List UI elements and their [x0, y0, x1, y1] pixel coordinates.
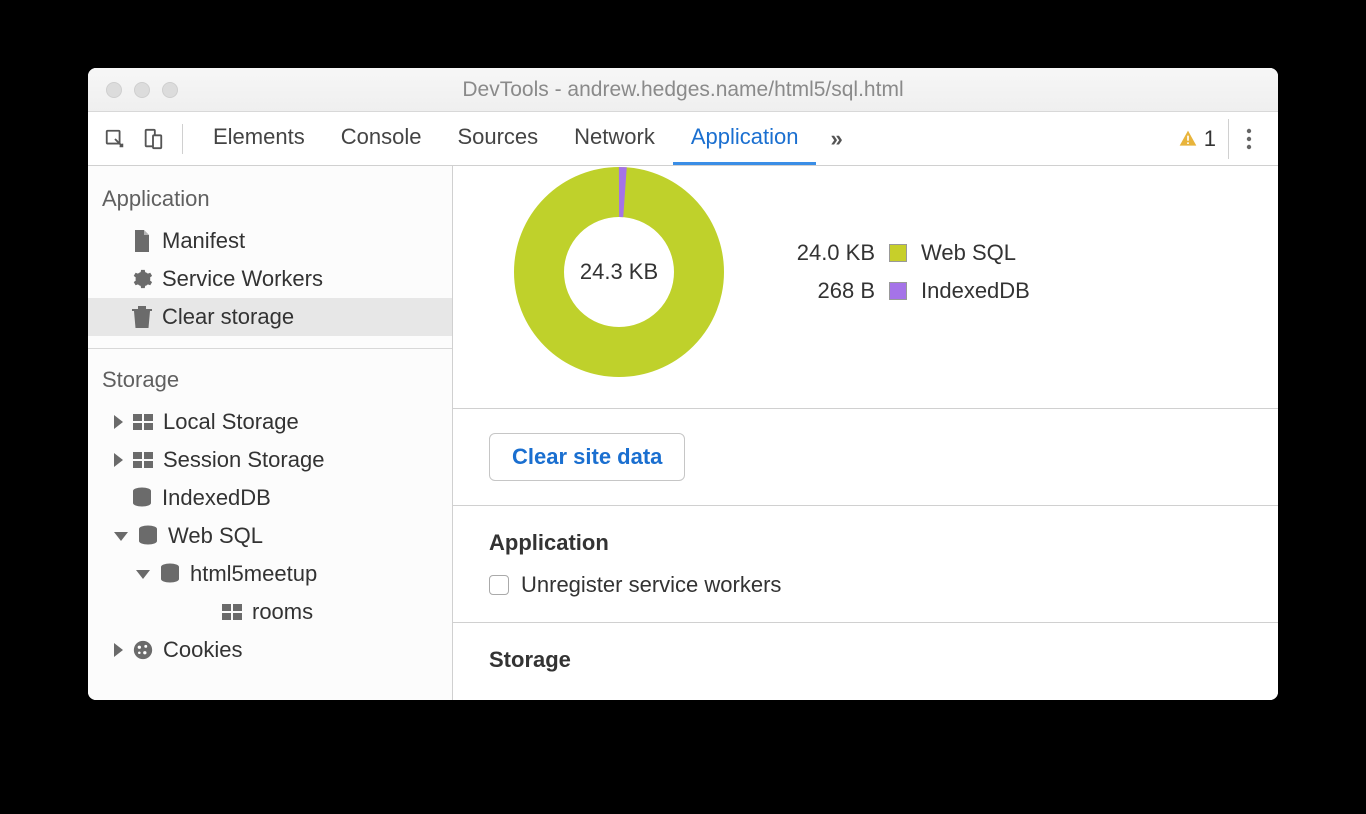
sidebar-item-session-storage[interactable]: Session Storage	[88, 441, 452, 479]
grid-icon	[131, 410, 155, 434]
zoom-icon[interactable]	[162, 82, 178, 98]
more-menu-icon[interactable]	[1228, 119, 1268, 159]
sidebar-item-label: IndexedDB	[162, 485, 271, 511]
warnings-count: 1	[1204, 126, 1216, 152]
storage-total-label: 24.3 KB	[580, 259, 658, 285]
chevron-right-icon	[114, 643, 123, 657]
sidebar-section-application: Application	[88, 174, 452, 222]
sidebar-item-manifest[interactable]: Manifest	[88, 222, 452, 260]
application-sidebar: Application Manifest Service Workers	[88, 166, 453, 700]
tab-network[interactable]: Network	[556, 112, 673, 165]
section-title: Storage	[489, 647, 1242, 673]
db-icon	[136, 524, 160, 548]
db-icon	[130, 486, 154, 510]
sidebar-item-html5meetup[interactable]: html5meetup	[88, 555, 452, 593]
window-controls	[88, 82, 178, 98]
sidebar-item-label: html5meetup	[190, 561, 317, 587]
cookie-icon	[131, 638, 155, 662]
trash-icon	[130, 305, 154, 329]
sidebar-item-label: Session Storage	[163, 447, 324, 473]
sidebar-item-label: Local Storage	[163, 409, 299, 435]
sidebar-item-label: Cookies	[163, 637, 242, 663]
panel-tabs: Elements Console Sources Network Applica…	[195, 112, 857, 165]
sidebar-section-storage: Storage	[88, 355, 452, 403]
minimize-icon[interactable]	[134, 82, 150, 98]
clear-site-data-section: Clear site data	[453, 409, 1278, 506]
separator	[182, 124, 183, 154]
sidebar-item-label: Clear storage	[162, 304, 294, 330]
storage-section: Storage	[453, 623, 1278, 700]
sidebar-item-rooms[interactable]: rooms	[88, 593, 452, 631]
tab-sources[interactable]: Sources	[439, 112, 556, 165]
device-toggle-icon[interactable]	[136, 122, 170, 156]
sidebar-item-clear-storage[interactable]: Clear storage	[88, 298, 452, 336]
window-title: DevTools - andrew.hedges.name/html5/sql.…	[88, 78, 1278, 102]
tab-elements[interactable]: Elements	[195, 112, 323, 165]
warnings-indicator[interactable]: 1	[1178, 126, 1224, 152]
checkbox-label: Unregister service workers	[521, 572, 781, 598]
gear-icon	[130, 267, 154, 291]
db-icon	[158, 562, 182, 586]
clear-storage-panel: 24.3 KB 24.0 KB Web SQL 268 B IndexedDB	[453, 166, 1278, 700]
close-icon[interactable]	[106, 82, 122, 98]
legend-swatch	[889, 244, 907, 262]
sidebar-item-web-sql[interactable]: Web SQL	[88, 517, 452, 555]
sidebar-item-service-workers[interactable]: Service Workers	[88, 260, 452, 298]
legend-value: 268 B	[785, 278, 875, 304]
sidebar-item-label: rooms	[252, 599, 313, 625]
legend-value: 24.0 KB	[785, 240, 875, 266]
titlebar: DevTools - andrew.hedges.name/html5/sql.…	[88, 68, 1278, 112]
legend-row-websql: 24.0 KB Web SQL	[785, 234, 1030, 272]
tab-console[interactable]: Console	[323, 112, 440, 165]
sidebar-divider	[88, 348, 452, 349]
application-section: Application Unregister service workers	[453, 506, 1278, 623]
file-icon	[130, 229, 154, 253]
tabs-overflow-icon[interactable]: »	[816, 126, 856, 152]
storage-usage-row: 24.3 KB 24.0 KB Web SQL 268 B IndexedDB	[453, 166, 1278, 409]
sidebar-item-label: Web SQL	[168, 523, 263, 549]
devtools-toolbar: Elements Console Sources Network Applica…	[88, 112, 1278, 166]
legend-label: IndexedDB	[921, 278, 1030, 304]
sidebar-item-label: Manifest	[162, 228, 245, 254]
legend-label: Web SQL	[921, 240, 1016, 266]
checkbox[interactable]	[489, 575, 509, 595]
chevron-down-icon	[114, 532, 128, 541]
grid-icon	[131, 448, 155, 472]
clear-site-data-button[interactable]: Clear site data	[489, 433, 685, 481]
tab-application[interactable]: Application	[673, 112, 817, 165]
section-title: Application	[489, 530, 1242, 556]
sidebar-item-local-storage[interactable]: Local Storage	[88, 403, 452, 441]
chevron-down-icon	[136, 570, 150, 579]
devtools-window: DevTools - andrew.hedges.name/html5/sql.…	[88, 68, 1278, 700]
chevron-right-icon	[114, 453, 123, 467]
sidebar-item-label: Service Workers	[162, 266, 323, 292]
grid-icon	[220, 600, 244, 624]
sidebar-item-indexeddb[interactable]: IndexedDB	[88, 479, 452, 517]
chevron-right-icon	[114, 415, 123, 429]
unregister-sw-row[interactable]: Unregister service workers	[489, 572, 1242, 598]
legend-swatch	[889, 282, 907, 300]
storage-donut-chart: 24.3 KB	[513, 166, 725, 378]
legend-row-indexeddb: 268 B IndexedDB	[785, 272, 1030, 310]
inspect-element-icon[interactable]	[98, 122, 132, 156]
storage-legend: 24.0 KB Web SQL 268 B IndexedDB	[785, 234, 1030, 310]
sidebar-item-cookies[interactable]: Cookies	[88, 631, 452, 669]
